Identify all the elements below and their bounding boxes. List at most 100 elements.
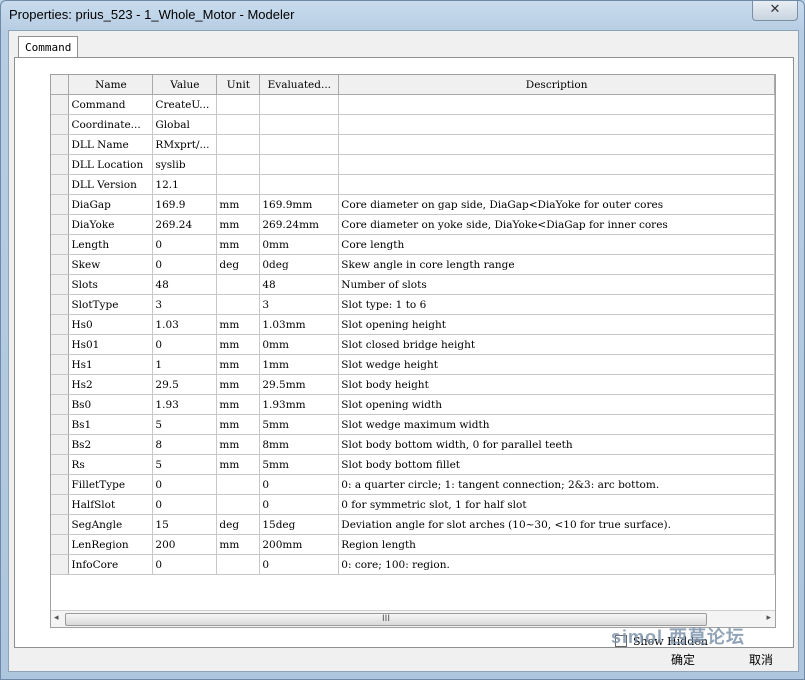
cell-value[interactable]: 0 (152, 554, 218, 575)
cell-value[interactable]: 15 (152, 514, 218, 535)
table-row[interactable]: DLL Name RMxprt/... (51, 134, 775, 155)
row-header[interactable] (51, 194, 70, 215)
row-header[interactable] (51, 234, 70, 255)
row-header[interactable] (51, 134, 70, 155)
cell-evaluated: 15deg (259, 514, 340, 535)
cell-name: Length (68, 234, 154, 255)
table-row[interactable]: DiaGap 169.9 mm 169.9mm Core diameter on gap… (51, 194, 775, 215)
cell-unit: mm (216, 534, 261, 555)
cell-value[interactable]: 5 (152, 454, 218, 475)
table-row[interactable]: Skew 0 deg 0deg Skew angle in core length ra… (51, 254, 775, 275)
cell-value[interactable]: 269.24 (152, 214, 218, 235)
table-row[interactable]: DLL Location syslib (51, 154, 775, 175)
cell-value[interactable]: 0 (152, 494, 218, 515)
table-row[interactable]: FilletType 0 0 0: a quarter circle; 1: tang… (51, 474, 775, 495)
cell-value[interactable]: 12.1 (152, 174, 218, 195)
cell-value[interactable]: 5 (152, 414, 218, 435)
row-header[interactable] (51, 354, 70, 375)
row-header[interactable] (51, 274, 70, 295)
table-row[interactable]: Rs 5 mm 5mm Slot body bottom fillet (51, 454, 775, 475)
cell-value[interactable]: 1.93 (152, 394, 218, 415)
cell-value[interactable]: 0 (152, 234, 218, 255)
column-header-unit[interactable]: Unit (216, 75, 261, 95)
row-header[interactable] (51, 474, 70, 495)
row-header[interactable] (51, 154, 70, 175)
table-row[interactable]: SegAngle 15 deg 15deg Deviation angle for sl… (51, 514, 775, 535)
cell-value[interactable]: 0 (152, 334, 218, 355)
table-row[interactable]: Bs2 8 mm 8mm Slot body bottom width, 0 for p… (51, 434, 775, 455)
column-header-value[interactable]: Value (152, 75, 218, 95)
row-header[interactable] (51, 394, 70, 415)
cell-description: Skew angle in core length range (338, 254, 775, 275)
row-header[interactable] (51, 114, 70, 135)
row-header[interactable] (51, 534, 70, 555)
ok-button[interactable]: 确定 (671, 650, 731, 670)
row-header[interactable] (51, 494, 70, 515)
cell-value[interactable]: 0 (152, 474, 218, 495)
row-header[interactable] (51, 334, 70, 355)
table-row[interactable]: LenRegion 200 mm 200mm Region length (51, 534, 775, 555)
table-row[interactable]: Coordinate... Global (51, 114, 775, 135)
table-row[interactable]: Hs01 0 mm 0mm Slot closed bridge height (51, 334, 775, 355)
cell-value[interactable]: 169.9 (152, 194, 218, 215)
scroll-right-arrow-icon[interactable]: ▸ (766, 613, 771, 623)
cell-name: Coordinate... (68, 114, 154, 135)
table-row[interactable]: Bs1 5 mm 5mm Slot wedge maximum width (51, 414, 775, 435)
cell-description: 0: core; 100: region. (338, 554, 775, 575)
row-header[interactable] (51, 254, 70, 275)
row-header[interactable] (51, 214, 70, 235)
row-header[interactable] (51, 294, 70, 315)
cell-value[interactable]: syslib (152, 154, 218, 175)
grid-body: Command CreateU... Coordinate... Global DLL … (51, 94, 775, 575)
cell-unit (216, 474, 261, 495)
table-row[interactable]: Bs0 1.93 mm 1.93mm Slot opening width (51, 394, 775, 415)
cell-description: Slot opening width (338, 394, 775, 415)
table-row[interactable]: Slots 48 48 Number of slots (51, 274, 775, 295)
row-header[interactable] (51, 454, 70, 475)
cell-value[interactable]: 0 (152, 254, 218, 275)
cell-value[interactable]: 1.03 (152, 314, 218, 335)
cell-name: LenRegion (68, 534, 154, 555)
scroll-left-arrow-icon[interactable]: ◂ (54, 613, 59, 623)
cell-value[interactable]: 200 (152, 534, 218, 555)
cell-value[interactable]: 8 (152, 434, 218, 455)
cell-unit (216, 114, 261, 135)
table-row[interactable]: Hs1 1 mm 1mm Slot wedge height (51, 354, 775, 375)
table-row[interactable]: DiaYoke 269.24 mm 269.24mm Core diameter on … (51, 214, 775, 235)
table-row[interactable]: SlotType 3 3 Slot type: 1 to 6 (51, 294, 775, 315)
cell-value[interactable]: 3 (152, 294, 218, 315)
row-header[interactable] (51, 414, 70, 435)
cell-unit (216, 94, 261, 115)
row-header[interactable] (51, 314, 70, 335)
cell-value[interactable]: 48 (152, 274, 218, 295)
row-header[interactable] (51, 174, 70, 195)
cell-evaluated: 0deg (259, 254, 340, 275)
properties-window: Properties: prius_523 - 1_Whole_Motor - … (0, 0, 805, 680)
table-row[interactable]: InfoCore 0 0 0: core; 100: region. (51, 554, 775, 575)
cell-value[interactable]: 29.5 (152, 374, 218, 395)
cell-value[interactable]: Global (152, 114, 218, 135)
row-header[interactable] (51, 374, 70, 395)
table-row[interactable]: HalfSlot 0 0 0 for symmetric slot, 1 for ha… (51, 494, 775, 515)
cell-value[interactable]: 1 (152, 354, 218, 375)
table-row[interactable]: Hs0 1.03 mm 1.03mm Slot opening height (51, 314, 775, 335)
row-header[interactable] (51, 554, 70, 575)
column-header-name[interactable]: Name (68, 75, 154, 95)
table-row[interactable]: Command CreateU... (51, 94, 775, 115)
table-row[interactable]: DLL Version 12.1 (51, 174, 775, 195)
row-header[interactable] (51, 514, 70, 535)
cell-unit (216, 134, 261, 155)
cell-value[interactable]: CreateU... (152, 94, 218, 115)
column-header-description[interactable]: Description (338, 75, 775, 95)
row-header[interactable] (51, 434, 70, 455)
cell-value[interactable]: RMxprt/... (152, 134, 218, 155)
table-row[interactable]: Hs2 29.5 mm 29.5mm Slot body height (51, 374, 775, 395)
column-header-evaluated[interactable]: Evaluated... (259, 75, 340, 95)
cell-description: Deviation angle for slot arches (10~30, … (338, 514, 775, 535)
close-button[interactable]: ✕ (752, 1, 798, 21)
row-header[interactable] (51, 94, 70, 115)
table-row[interactable]: Length 0 mm 0mm Core length (51, 234, 775, 255)
tab-command[interactable]: Command (18, 36, 79, 58)
title-bar[interactable]: Properties: prius_523 - 1_Whole_Motor - … (1, 1, 804, 29)
cancel-button[interactable]: 取消 (749, 650, 797, 670)
